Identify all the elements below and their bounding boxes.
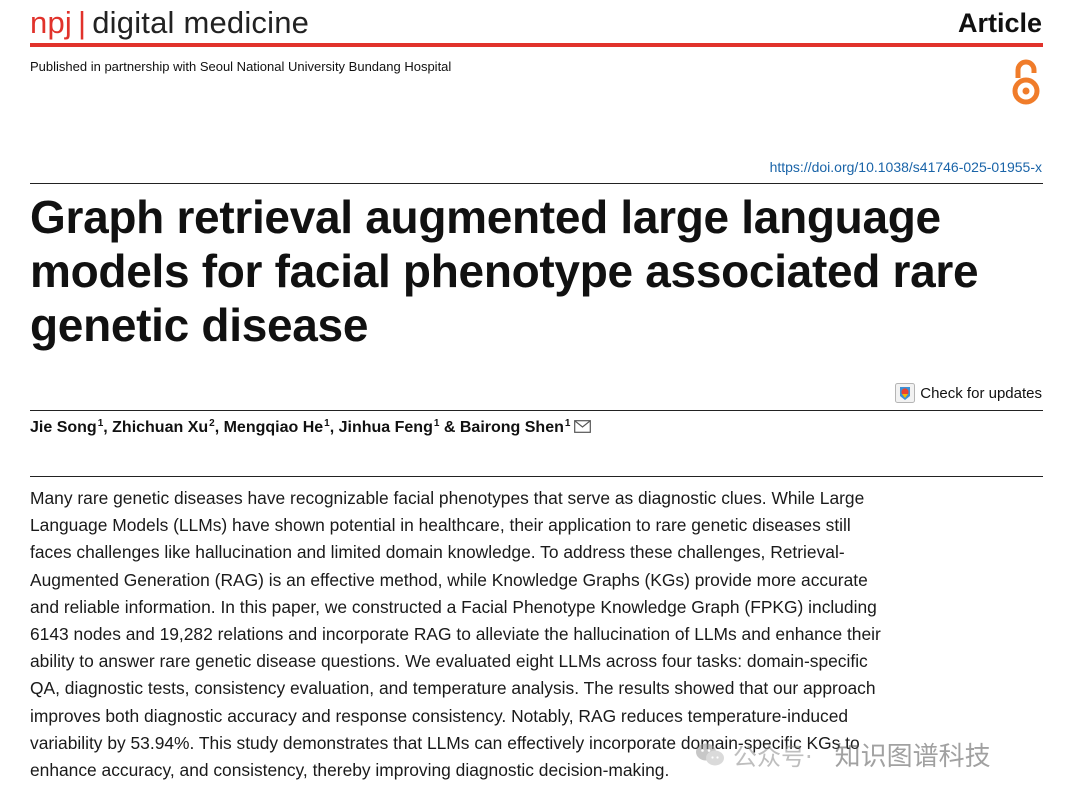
journal-separator: | <box>77 5 87 40</box>
envelope-icon[interactable] <box>574 420 592 433</box>
author-name[interactable]: Bairong Shen <box>460 419 564 436</box>
author-affiliation: 1 <box>564 417 571 429</box>
author-separator: , <box>214 419 224 436</box>
abstract-top-rule <box>30 476 1043 477</box>
author-separator: , <box>103 419 113 436</box>
check-updates-label: Check for updates <box>920 384 1042 402</box>
open-access-lock-icon <box>1012 59 1040 105</box>
author-name[interactable]: Mengqiao He <box>224 419 324 436</box>
wechat-icon <box>696 743 724 765</box>
header-red-rule <box>30 43 1043 47</box>
article-type-label: Article <box>957 8 1042 38</box>
author-name[interactable]: Zhichuan Xu <box>112 419 208 436</box>
author-name[interactable]: Jie Song <box>30 419 97 436</box>
check-updates-button[interactable]: Check for updates <box>895 383 1042 403</box>
watermark-name: 知识图谱科技 <box>834 742 991 772</box>
watermark-prefix: 公众号· <box>733 743 813 771</box>
author-separator: , <box>329 419 339 436</box>
author-name[interactable]: Jinhua Feng <box>339 419 433 436</box>
doi-link[interactable]: https://doi.org/10.1038/s41746-025-01955… <box>770 158 1042 176</box>
author-separator: & <box>439 419 460 436</box>
article-title: Graph retrieval augmented large language… <box>30 191 979 351</box>
crossmark-icon <box>895 383 916 403</box>
author-list: Jie Song1, Zhichuan Xu2, Mengqiao He1, J… <box>30 417 592 438</box>
title-top-rule <box>30 183 1043 184</box>
watermark: 公众号· 知识图谱科技 <box>695 736 991 773</box>
journal-name: npj | digital medicine <box>30 4 309 42</box>
partnership-note: Published in partnership with Seoul Nati… <box>30 59 452 74</box>
journal-title: digital medicine <box>92 5 310 40</box>
authors-top-rule <box>30 410 1043 411</box>
journal-prefix: npj <box>30 5 72 40</box>
